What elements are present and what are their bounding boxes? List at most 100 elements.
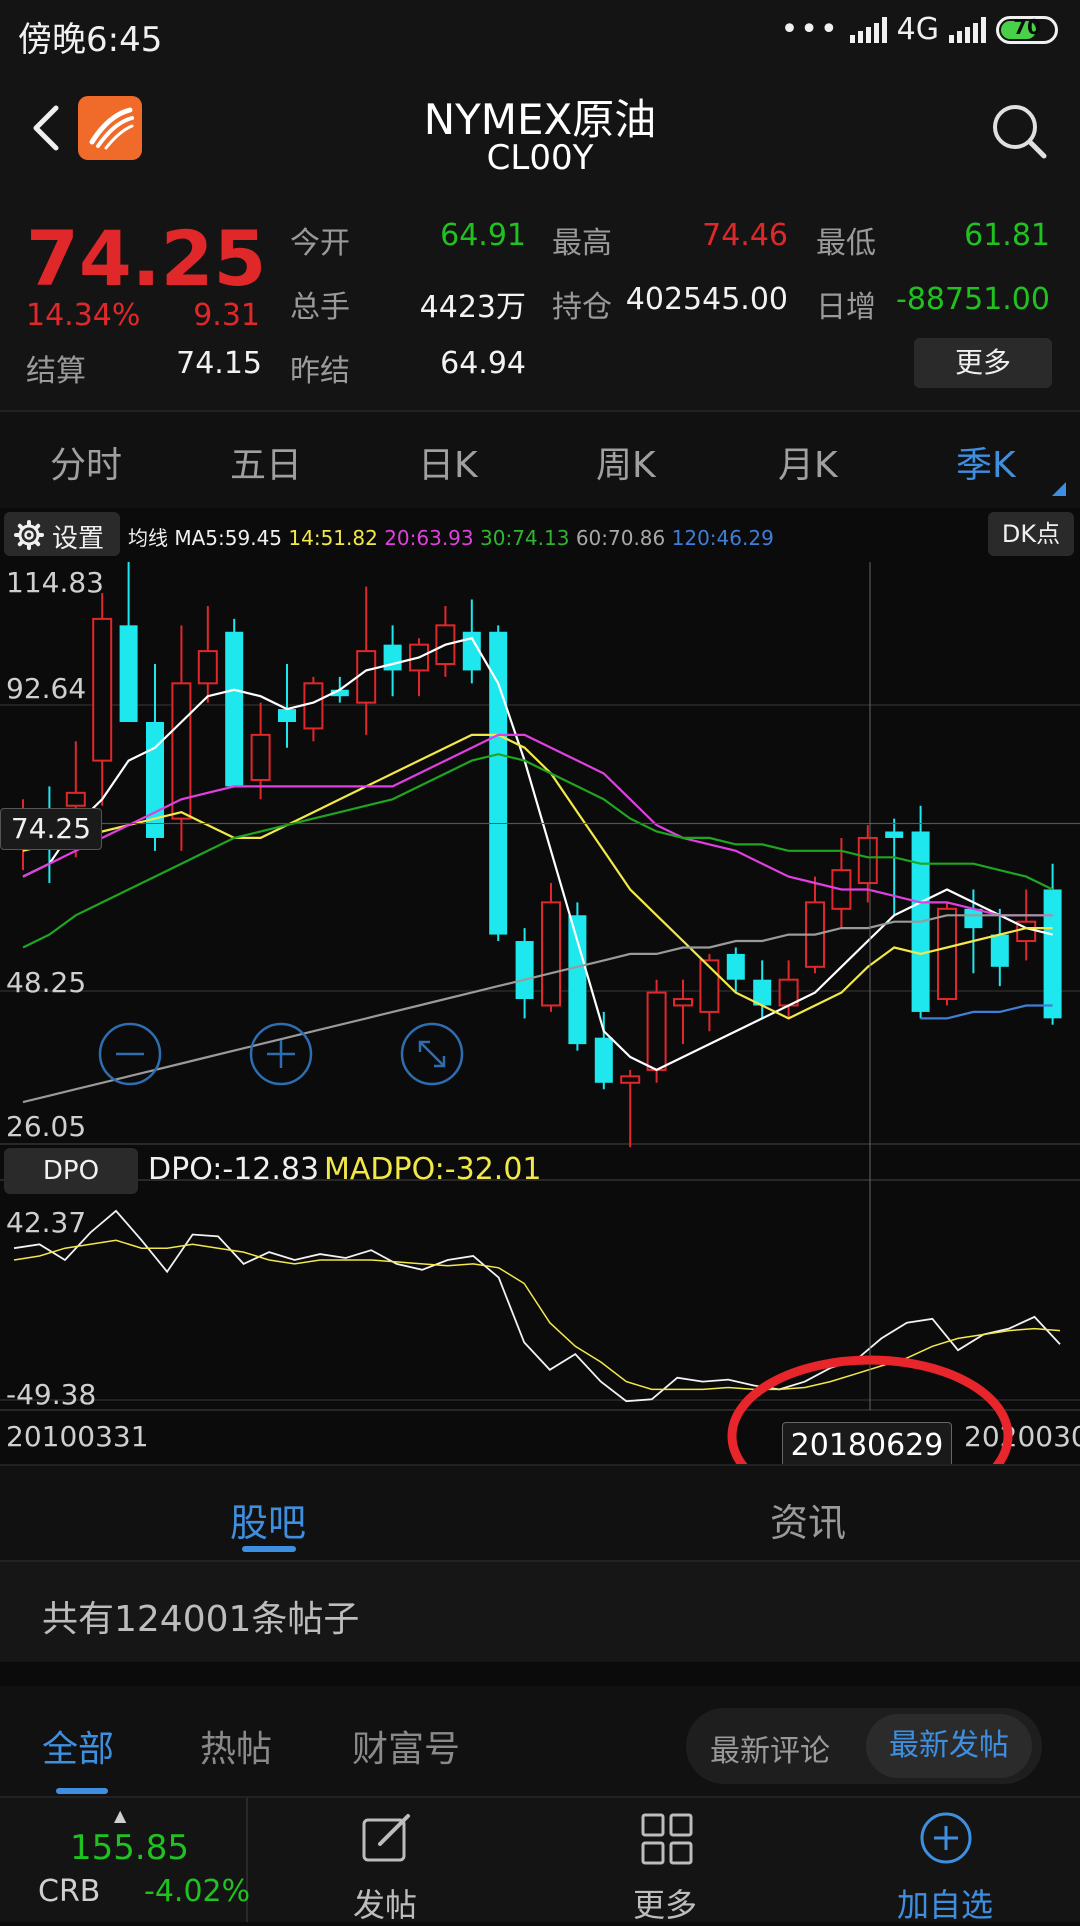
signal-icon (849, 16, 887, 43)
candle-body (92, 617, 113, 762)
network-type: 4G (896, 12, 939, 47)
signal-icon-2 (949, 16, 986, 43)
add-watchlist-button[interactable]: 加自选 (840, 1798, 1050, 1924)
sort-latest-comment[interactable]: 最新评论 (710, 1726, 830, 1770)
dk-point-button[interactable]: DK点 (988, 512, 1074, 556)
y-tick-top: 114.83 (6, 566, 104, 599)
candle-body (937, 907, 957, 1001)
high-value: 74.46 (702, 218, 788, 253)
candle-body (197, 650, 218, 685)
change-value: 9.31 (193, 298, 260, 333)
volume-value: 4423万 (419, 290, 526, 325)
candle-body (278, 709, 296, 722)
tab-intraday[interactable]: 分时 (50, 436, 122, 488)
open-value: 64.91 (440, 218, 526, 253)
prev-settle-label: 昨结 (290, 354, 350, 389)
candle-body (1043, 889, 1062, 1019)
change-percent: 14.34% (26, 298, 141, 333)
post-count-row: 共有124001条帖子 (0, 1560, 1080, 1662)
ma30-value: 30:74.13 (480, 526, 570, 550)
candle-body (885, 831, 904, 838)
dots-icon: ••• (780, 12, 840, 47)
ma60-value: 60:70.86 (575, 526, 666, 550)
low-label: 最低 (816, 226, 876, 261)
settings-button[interactable]: 设置 (4, 512, 120, 556)
candle-body (726, 953, 745, 980)
ma-line-60 (22, 914, 1053, 1104)
status-icons: ••• 4G 70 (781, 12, 1058, 47)
period-tabs: 分时 五日 日K 周K 月K 季K (0, 410, 1080, 510)
bottom-nav: ▲ 155.85 CRB -4.02% 发帖 更多 加自选 (0, 1796, 1080, 1924)
tab-quarterly-k[interactable]: 季K (956, 436, 1016, 488)
dpo-y-tick-top: 42.37 (6, 1206, 87, 1239)
status-bar: 傍晚6:45 ••• 4G 70 (0, 0, 1080, 68)
settle-label: 结算 (26, 354, 86, 389)
filter-wealth[interactable]: 财富号 (352, 1720, 460, 1772)
candle-body (673, 998, 693, 1007)
quote-panel: 74.25 14.34% 9.31 结算 74.15 今开 64.91 总手 4… (0, 198, 1080, 410)
tab-five-day[interactable]: 五日 (230, 436, 302, 488)
low-value: 61.81 (964, 218, 1050, 253)
y-tick-4: 48.25 (6, 966, 87, 999)
post-nav-label: 发帖 (352, 1886, 417, 1924)
open-interest-value: 402545.00 (625, 282, 788, 317)
ma-title: 均线 (128, 526, 168, 550)
more-nav-label: 更多 (632, 1886, 697, 1924)
dpo-value: DPO:-12.83 (148, 1152, 320, 1187)
filter-all-indicator (56, 1788, 108, 1794)
y-tick-bottom: 26.05 (6, 1110, 87, 1143)
current-price-tag: 74.25 (0, 808, 102, 850)
ma14-value: 14:51.82 (288, 526, 378, 550)
indicator-select-button[interactable]: DPO (4, 1148, 138, 1194)
candle-body (990, 934, 1009, 967)
crb-index[interactable]: ▲ 155.85 CRB -4.02% (0, 1798, 251, 1922)
x-start-date: 20100331 (6, 1420, 149, 1453)
add-circle-icon (920, 1812, 972, 1864)
candle-body (303, 682, 324, 730)
tab-monthly-k[interactable]: 月K (778, 436, 838, 488)
post-nav-button[interactable]: 发帖 (280, 1798, 490, 1924)
zoom-in-button[interactable] (249, 1022, 313, 1086)
candle-body (541, 901, 561, 1007)
sort-toggle: 最新评论 最新发帖 (686, 1708, 1042, 1784)
ma-legend: 均线 MA5:59.45 14:51.82 20:63.93 30:74.13 … (128, 522, 774, 551)
header: NYMEX原油 CL00Y (0, 68, 1080, 198)
ma5-value: MA5:59.45 (174, 526, 283, 550)
candles (13, 562, 1062, 1148)
tab-guba[interactable]: 股吧 (230, 1492, 306, 1547)
y-tick-2: 92.64 (6, 672, 87, 705)
filter-hot[interactable]: 热帖 (200, 1720, 272, 1772)
candle-body (250, 733, 271, 781)
ma120-value: 120:46.29 (671, 526, 774, 550)
search-icon[interactable] (990, 102, 1048, 160)
grid-icon (641, 1813, 693, 1865)
settle-value: 74.15 (176, 346, 262, 381)
ma-line-120 (920, 1004, 1053, 1020)
edit-icon (362, 1814, 410, 1862)
candle-body (594, 1037, 613, 1083)
filter-all[interactable]: 全部 (42, 1720, 114, 1772)
sort-latest-post[interactable]: 最新发帖 (866, 1714, 1032, 1778)
candle-body (489, 631, 508, 935)
high-label: 最高 (552, 226, 612, 261)
candle-body (568, 915, 587, 1045)
last-price: 74.25 (26, 214, 267, 303)
kline-chart[interactable] (0, 562, 1080, 1464)
settings-label: 设置 (52, 524, 105, 554)
ma20-value: 20:63.93 (384, 526, 474, 550)
dropdown-corner-icon (1052, 482, 1066, 496)
candle-body (225, 631, 244, 787)
dpo-y-tick-bottom: -49.38 (6, 1378, 97, 1411)
candle-body (964, 908, 983, 929)
tab-weekly-k[interactable]: 周K (596, 436, 656, 488)
candle-body (646, 991, 667, 1071)
fullscreen-button[interactable] (400, 1022, 464, 1086)
crb-change: -4.02% (144, 1874, 251, 1909)
candle-body (356, 650, 377, 704)
battery-level: 70 (1013, 14, 1041, 39)
more-nav-button[interactable]: 更多 (560, 1798, 770, 1924)
tab-news[interactable]: 资讯 (770, 1492, 846, 1547)
tab-daily-k[interactable]: 日K (418, 436, 478, 488)
daily-increase-label: 日增 (816, 290, 876, 325)
more-button[interactable]: 更多 (914, 338, 1052, 388)
